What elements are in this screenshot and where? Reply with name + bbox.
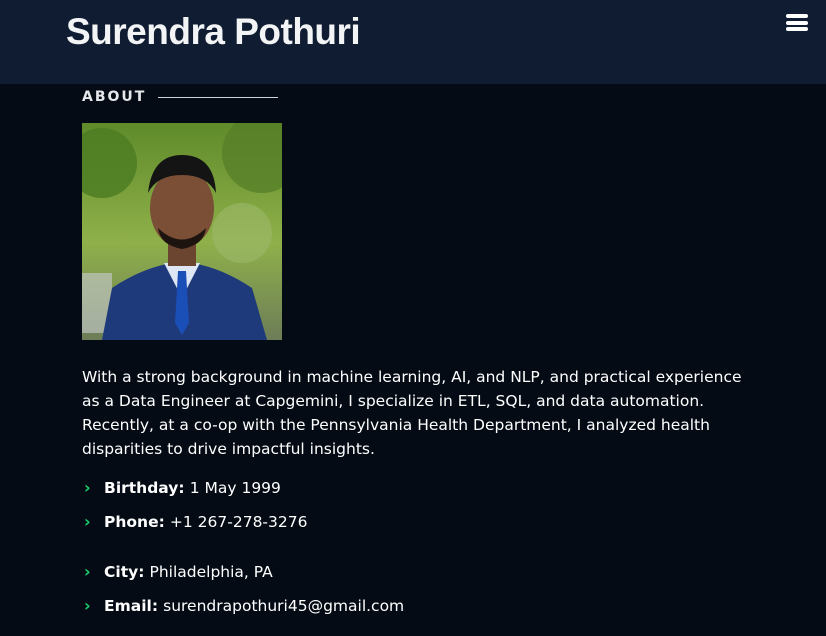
detail-value[interactable]: +1 267-278-3276 xyxy=(170,513,308,531)
detail-label: Phone: xyxy=(104,513,165,531)
top-header: Surendra Pothuri xyxy=(0,0,826,84)
menu-icon[interactable] xyxy=(786,14,808,34)
detail-label: Email: xyxy=(104,597,159,615)
about-bio: With a strong background in machine lear… xyxy=(82,368,742,458)
section-divider xyxy=(158,96,279,98)
profile-photo xyxy=(82,123,282,340)
section-title: ABOUT xyxy=(82,89,147,105)
detail-email: › Email: surendrapothuri45@gmail.com xyxy=(84,596,404,615)
menu-bar xyxy=(786,27,808,31)
site-title[interactable]: Surendra Pothuri xyxy=(66,11,361,53)
menu-bar xyxy=(786,20,808,25)
chevron-right-icon: › xyxy=(84,596,91,615)
detail-phone: › Phone: +1 267-278-3276 xyxy=(84,512,307,531)
section-heading: ABOUT xyxy=(82,89,279,105)
detail-label: City: xyxy=(104,563,145,581)
detail-birthday: › Birthday: 1 May 1999 xyxy=(84,478,281,497)
chevron-right-icon: › xyxy=(84,478,91,497)
chevron-right-icon: › xyxy=(84,512,91,531)
detail-value[interactable]: surendrapothuri45@gmail.com xyxy=(163,597,404,615)
detail-value: Philadelphia, PA xyxy=(149,563,273,581)
detail-label: Birthday: xyxy=(104,479,185,497)
detail-value: 1 May 1999 xyxy=(189,479,281,497)
profile-photo-illustration xyxy=(82,123,282,340)
detail-city: › City: Philadelphia, PA xyxy=(84,562,273,581)
menu-bar xyxy=(786,14,808,18)
chevron-right-icon: › xyxy=(84,562,91,581)
